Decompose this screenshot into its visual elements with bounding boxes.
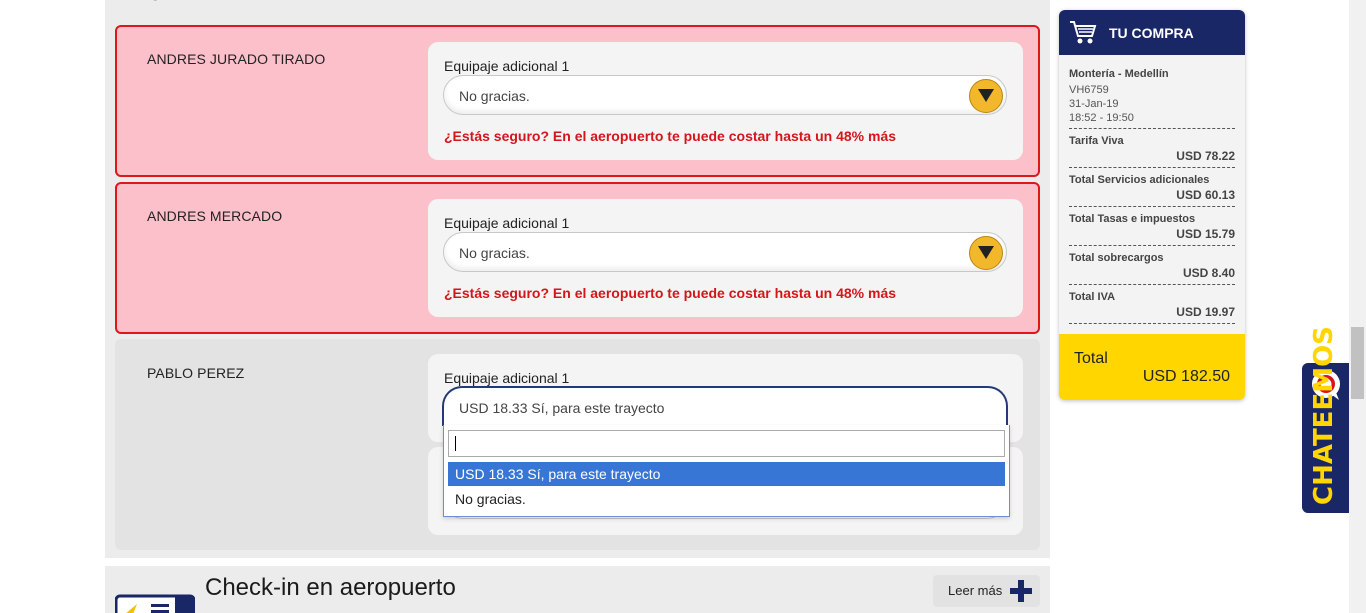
baggage-label: Equipaje adicional 1 bbox=[444, 370, 570, 386]
baggage-label: Equipaje adicional 1 bbox=[444, 58, 570, 74]
page-root: ANDRES JURADO TIRADO Equipaje adicional … bbox=[0, 0, 1366, 613]
price-line: Tarifa Viva USD 78.22 bbox=[1069, 128, 1235, 163]
select-value: USD 18.33 Sí, para este trayecto bbox=[459, 400, 665, 416]
purchase-summary-header: TU COMPRA bbox=[1059, 10, 1245, 55]
price-label: Total Servicios adicionales bbox=[1069, 174, 1210, 186]
checkin-icon bbox=[115, 594, 195, 613]
price-label: Total Tasas e impuestos bbox=[1069, 213, 1196, 225]
flight-time: 18:52 - 19:50 bbox=[1069, 112, 1134, 124]
price-divider bbox=[1069, 323, 1235, 324]
price-label: Total sobrecargos bbox=[1069, 252, 1164, 264]
price-value: USD 60.13 bbox=[1176, 188, 1235, 202]
checkin-section: Check-in en aeropuerto Leer más bbox=[105, 566, 1050, 613]
total-label: Total bbox=[1074, 350, 1108, 367]
passenger-name: ANDRES MERCADO bbox=[147, 208, 283, 224]
select-value: No gracias. bbox=[459, 245, 530, 261]
passenger-name: PABLO PEREZ bbox=[147, 365, 245, 381]
baggage-label: Equipaje adicional 1 bbox=[444, 215, 570, 231]
read-more-label: Leer más bbox=[948, 583, 1003, 598]
baggage-warning: ¿Estás seguro? En el aeropuerto te puede… bbox=[444, 285, 897, 301]
price-label: Total IVA bbox=[1069, 291, 1116, 303]
trip-route: Montería - Medellín bbox=[1069, 68, 1169, 80]
price-line: Total Tasas e impuestos USD 15.79 bbox=[1069, 206, 1235, 241]
dropdown-option[interactable]: USD 18.33 Sí, para este trayecto bbox=[448, 462, 1005, 486]
price-value: USD 19.97 bbox=[1176, 305, 1235, 319]
baggage-option-box: Equipaje adicional 1 No gracias. ¿Estás … bbox=[428, 199, 1023, 317]
baggage-select[interactable]: No gracias. bbox=[443, 232, 1007, 272]
baggage-select[interactable]: No gracias. bbox=[443, 75, 1007, 115]
dropdown-search-input[interactable] bbox=[448, 430, 1005, 457]
baggage-select-open[interactable]: USD 18.33 Sí, para este trayecto bbox=[442, 386, 1008, 426]
shopping-cart-icon bbox=[1070, 21, 1097, 44]
page-scrollbar[interactable] bbox=[1349, 0, 1366, 613]
dropdown-arrow-icon[interactable] bbox=[969, 236, 1003, 270]
purchase-summary-title: TU COMPRA bbox=[1109, 25, 1194, 41]
total-box: Total USD 182.50 bbox=[1059, 334, 1245, 400]
price-label: Tarifa Viva bbox=[1069, 135, 1124, 147]
total-value: USD 182.50 bbox=[1142, 368, 1230, 385]
passenger-name: ANDRES JURADO TIRADO bbox=[147, 51, 326, 67]
baggage-option-box: Equipaje adicional 1 No gracias. ¿Estás … bbox=[428, 42, 1023, 160]
price-line: Total IVA USD 19.97 bbox=[1069, 284, 1235, 319]
dropdown-option[interactable]: No gracias. bbox=[448, 487, 1005, 511]
price-line: Total Servicios adicionales USD 60.13 bbox=[1069, 167, 1235, 202]
checkin-title: Check-in en aeropuerto bbox=[205, 574, 456, 601]
purchase-summary: TU COMPRA Montería - Medellín VH6759 31-… bbox=[1059, 10, 1245, 400]
chat-tab[interactable]: CHATEEMOS bbox=[1302, 326, 1349, 513]
text-caret bbox=[455, 436, 456, 451]
flight-date: 31-Jan-19 bbox=[1069, 98, 1119, 110]
baggage-warning: ¿Estás seguro? En el aeropuerto te puede… bbox=[444, 128, 897, 144]
baggage-dropdown-list: USD 18.33 Sí, para este trayecto No grac… bbox=[443, 425, 1010, 517]
section-icon-fragment bbox=[153, 0, 157, 1]
chat-label: CHATEEMOS bbox=[1309, 326, 1339, 505]
price-value: USD 8.40 bbox=[1182, 266, 1235, 280]
passenger-card: ANDRES JURADO TIRADO Equipaje adicional … bbox=[115, 25, 1040, 177]
scrollbar-thumb[interactable] bbox=[1351, 327, 1364, 399]
read-more-button[interactable]: Leer más bbox=[933, 575, 1040, 607]
flight-number: VH6759 bbox=[1069, 84, 1109, 96]
passenger-card: ANDRES MERCADO Equipaje adicional 1 No g… bbox=[115, 182, 1040, 334]
select-value: No gracias. bbox=[459, 88, 530, 104]
price-value: USD 78.22 bbox=[1176, 149, 1235, 163]
dropdown-arrow-icon[interactable] bbox=[969, 79, 1003, 113]
price-value: USD 15.79 bbox=[1176, 227, 1235, 241]
plus-icon bbox=[1010, 580, 1032, 602]
price-line: Total sobrecargos USD 8.40 bbox=[1069, 245, 1235, 280]
